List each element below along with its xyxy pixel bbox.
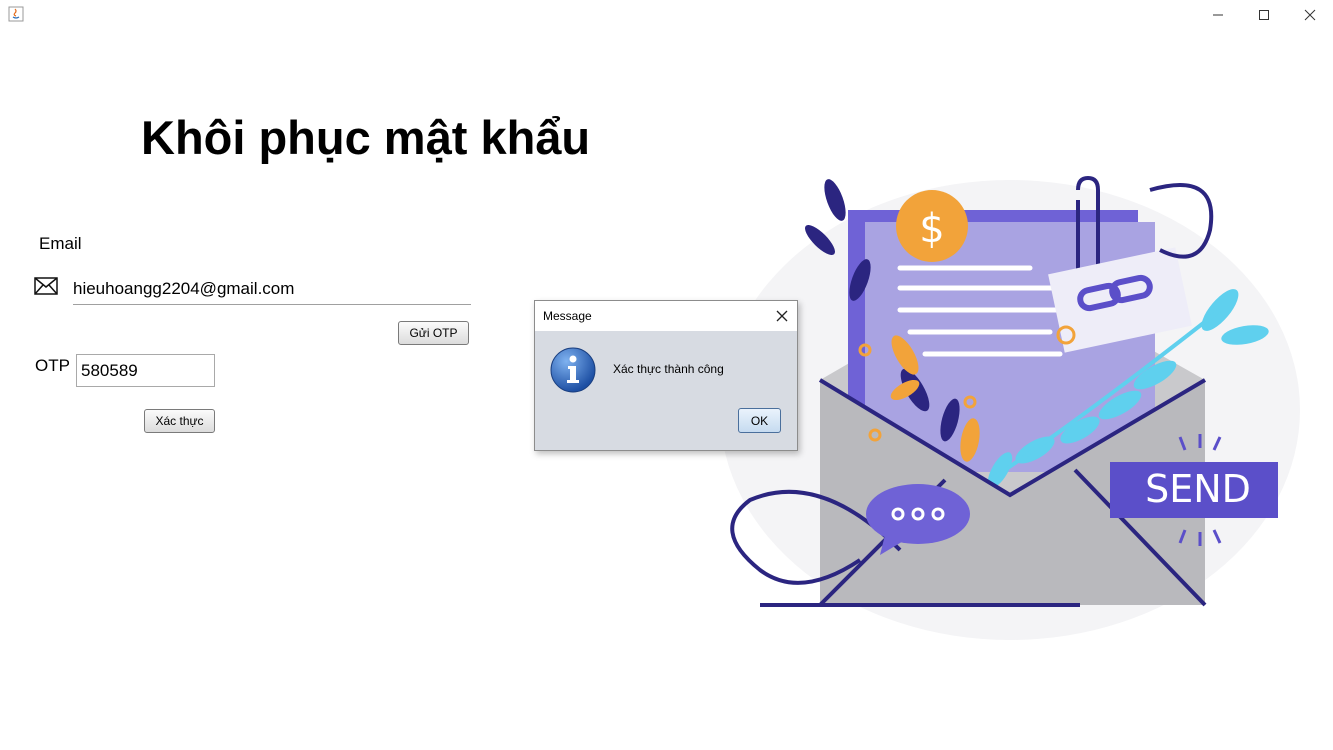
- minimize-button[interactable]: [1195, 0, 1241, 30]
- close-icon: [1304, 9, 1316, 21]
- minimize-icon: [1213, 14, 1223, 16]
- dialog-title: Message: [543, 309, 592, 323]
- window-titlebar: [0, 0, 1333, 30]
- dialog-titlebar: Message: [535, 301, 797, 331]
- maximize-icon: [1259, 10, 1269, 20]
- dialog-message: Xác thực thành công: [613, 362, 724, 376]
- email-input[interactable]: [73, 274, 471, 305]
- maximize-button[interactable]: [1241, 0, 1287, 30]
- send-badge-text: SEND: [1145, 467, 1251, 511]
- dollar-sign: $: [919, 206, 944, 252]
- ok-button[interactable]: OK: [738, 408, 781, 433]
- email-label: Email: [39, 234, 82, 253]
- info-icon: [550, 347, 596, 398]
- verify-button[interactable]: Xác thực: [144, 409, 215, 433]
- close-button[interactable]: [1287, 0, 1333, 30]
- dialog-close-button[interactable]: [773, 307, 791, 325]
- close-icon: [776, 310, 788, 322]
- otp-label: OTP: [35, 356, 70, 375]
- page-title: Khôi phục mật khẩu: [141, 111, 591, 164]
- send-otp-button[interactable]: Gửi OTP: [398, 321, 469, 345]
- mail-icon: [34, 277, 58, 300]
- message-dialog: Message Xác thực thành công OK: [534, 300, 798, 451]
- otp-input[interactable]: [76, 354, 215, 387]
- java-app-icon: [8, 6, 24, 22]
